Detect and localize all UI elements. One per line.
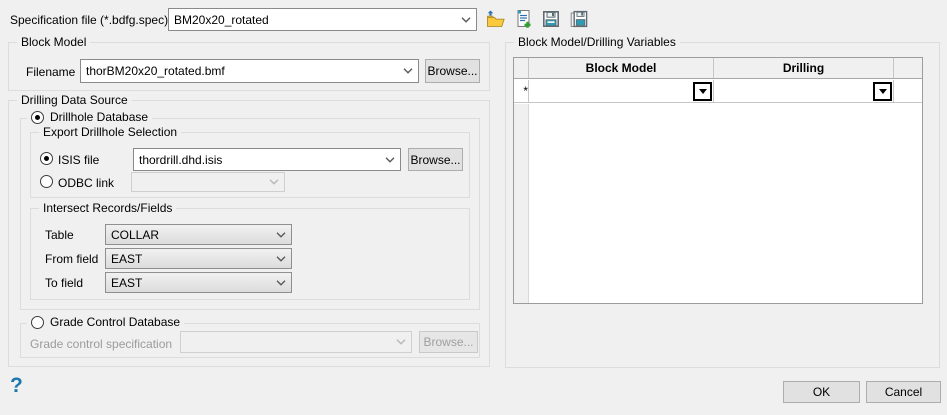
chevron-down-icon[interactable] <box>398 68 418 74</box>
intersect-records-fields-title: Intersect Records/Fields <box>39 201 177 215</box>
odbc-link-label: ODBC link <box>58 176 115 190</box>
grid-row-header-strip <box>514 104 529 303</box>
odbc-link-radio[interactable] <box>40 175 53 188</box>
grade-control-radio-row: Grade Control Database <box>27 315 185 329</box>
filename-label: Filename <box>26 65 76 79</box>
grade-control-spec-combobox[interactable] <box>180 331 412 353</box>
grid-new-row: * <box>514 80 922 103</box>
chevron-down-icon[interactable] <box>271 279 291 286</box>
grid-corner-cell <box>514 58 529 78</box>
isis-file-value: thordrill.dhd.isis <box>139 152 223 167</box>
save-as-icon[interactable] <box>568 8 590 30</box>
variables-grid-header: Block Model Drilling <box>514 58 922 79</box>
to-field-value: EAST <box>111 275 143 290</box>
drilling-data-source-title: Drilling Data Source <box>17 93 132 107</box>
triangle-down-icon <box>698 88 707 94</box>
save-icon[interactable] <box>540 8 562 30</box>
grid-cell-drilling[interactable] <box>714 80 894 102</box>
isis-file-radio[interactable] <box>40 152 53 165</box>
to-field-combobox[interactable]: EAST <box>105 272 292 293</box>
drilling-cell-dropdown-button[interactable] <box>873 81 892 101</box>
grade-control-spec-label: Grade control specification <box>30 337 173 351</box>
open-folder-icon[interactable] <box>484 8 506 30</box>
odbc-link-combobox[interactable] <box>131 172 285 192</box>
isis-file-combobox[interactable]: thordrill.dhd.isis <box>133 148 401 171</box>
from-field-label: From field <box>45 252 99 266</box>
ok-button-label: OK <box>812 385 831 399</box>
spec-file-label: Specification file (*.bdfg.spec) <box>10 13 169 27</box>
filename-browse-label: Browse... <box>427 64 478 78</box>
spec-file-value: BM20x20_rotated <box>174 12 269 27</box>
grid-spare-column-header <box>894 58 922 78</box>
table-value: COLLAR <box>111 227 160 242</box>
isis-file-label: ISIS file <box>58 153 100 167</box>
chevron-down-icon <box>264 179 284 185</box>
variables-group-title: Block Model/Drilling Variables <box>514 35 680 49</box>
new-row-marker: * <box>523 84 528 98</box>
isis-browse-label: Browse... <box>410 152 461 167</box>
cancel-button-label: Cancel <box>884 385 923 399</box>
drillhole-database-label: Drillhole Database <box>50 110 149 124</box>
grid-column-header-block-model: Block Model <box>529 58 714 78</box>
filename-combobox[interactable]: thorBM20x20_rotated.bmf <box>80 59 419 83</box>
grade-control-database-radio[interactable] <box>31 315 44 329</box>
block-model-cell-dropdown-button[interactable] <box>693 81 712 101</box>
chevron-down-icon <box>391 339 411 345</box>
grid-row-header[interactable]: * <box>514 80 529 102</box>
to-field-label: To field <box>45 276 84 290</box>
grid-column-header-drilling: Drilling <box>714 58 894 78</box>
triangle-down-icon <box>878 88 887 94</box>
table-label: Table <box>45 228 74 242</box>
variables-grid: Block Model Drilling * <box>513 57 923 304</box>
isis-browse-button[interactable]: Browse... <box>408 148 463 171</box>
drillhole-database-radio-row: Drillhole Database <box>27 110 153 124</box>
export-drillhole-selection-title: Export Drillhole Selection <box>39 125 182 139</box>
drillhole-database-radio[interactable] <box>31 110 44 124</box>
cancel-button[interactable]: Cancel <box>866 381 941 403</box>
grid-spare-cell <box>894 80 922 102</box>
grid-cell-block-model[interactable] <box>529 80 714 102</box>
grade-control-database-label: Grade Control Database <box>50 315 181 329</box>
filename-browse-button[interactable]: Browse... <box>425 59 480 83</box>
chevron-down-icon[interactable] <box>271 255 291 262</box>
chevron-down-icon[interactable] <box>271 231 291 238</box>
filename-value: thorBM20x20_rotated.bmf <box>86 64 225 78</box>
block-model-group-title: Block Model <box>17 35 91 49</box>
grade-control-browse-button[interactable]: Browse... <box>419 331 478 353</box>
grade-control-browse-label: Browse... <box>423 335 474 349</box>
ok-button[interactable]: OK <box>783 381 860 403</box>
spec-file-combobox[interactable]: BM20x20_rotated <box>168 8 477 31</box>
help-icon[interactable]: ? <box>10 374 23 398</box>
table-combobox[interactable]: COLLAR <box>105 224 292 245</box>
chevron-down-icon[interactable] <box>380 156 400 163</box>
from-field-combobox[interactable]: EAST <box>105 248 292 269</box>
chevron-down-icon[interactable] <box>456 16 476 23</box>
new-spec-icon[interactable] <box>512 8 534 30</box>
from-field-value: EAST <box>111 251 143 266</box>
